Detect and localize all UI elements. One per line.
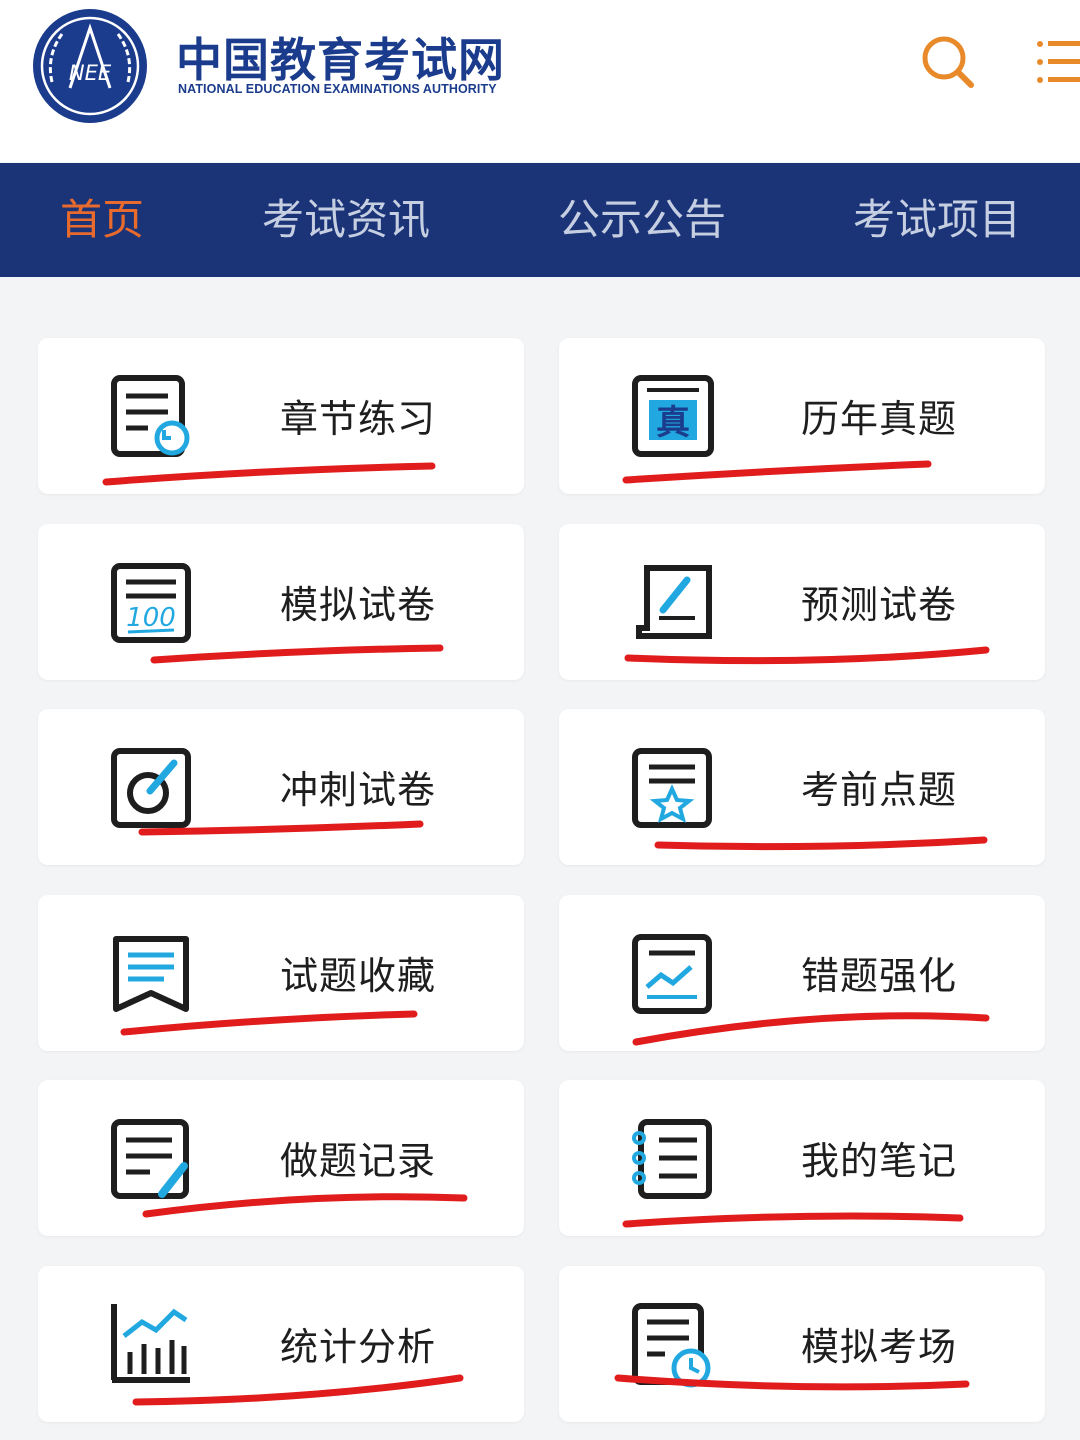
sprint-paper-icon	[111, 748, 191, 828]
site-header: NEE 中国教育考试网 NATIONAL EDUCATION EXAMINATI…	[0, 0, 1080, 162]
nee-logo[interactable]: NEE	[30, 8, 150, 124]
main-nav: 首页 考试资讯 公示公告 考试项目	[0, 163, 1080, 277]
card-practice-record[interactable]: 做题记录	[38, 1080, 524, 1236]
chapter-practice-icon	[111, 375, 190, 457]
card-mock-paper[interactable]: 100 模拟试卷	[38, 524, 524, 680]
card-past-papers[interactable]: 真 历年真题	[559, 338, 1045, 494]
icon-text: 真	[656, 403, 690, 443]
notebook-icon	[632, 1119, 712, 1199]
card-notebook[interactable]: 我的笔记	[559, 1080, 1045, 1236]
card-sprint-paper[interactable]: 冲刺试卷	[38, 709, 524, 865]
card-key-topics[interactable]: 考前点题	[559, 709, 1045, 865]
card-statistics[interactable]: 统计分析	[38, 1266, 524, 1422]
bookmark-icon	[113, 936, 189, 1012]
mistake-review-icon	[632, 934, 712, 1014]
logo-text: NEE	[69, 61, 112, 85]
card-label: 统计分析	[280, 1325, 437, 1369]
icon-text: 100	[126, 603, 176, 633]
card-label: 冲刺试卷	[280, 768, 437, 812]
nav-exam-projects[interactable]: 考试项目	[853, 163, 1021, 277]
nav-home[interactable]: 首页	[60, 163, 144, 277]
card-label: 做题记录	[280, 1139, 437, 1183]
nav-exam-news[interactable]: 考试资讯	[262, 163, 430, 277]
card-label: 我的笔记	[801, 1139, 958, 1183]
prediction-paper-icon	[636, 565, 712, 639]
nav-announcements[interactable]: 公示公告	[558, 163, 726, 277]
card-mistake-review[interactable]: 错题强化	[559, 895, 1045, 1051]
card-label: 章节练习	[280, 397, 437, 441]
key-topics-icon	[632, 748, 712, 828]
past-papers-icon: 真	[632, 375, 714, 457]
mock-exam-icon	[632, 1303, 711, 1388]
statistics-icon	[111, 1304, 190, 1383]
card-label: 历年真题	[801, 397, 958, 441]
card-label: 预测试卷	[801, 583, 958, 627]
card-label: 错题强化	[801, 954, 958, 998]
card-label: 模拟考场	[801, 1325, 958, 1369]
menu-icon[interactable]	[1030, 38, 1080, 86]
card-label: 试题收藏	[280, 954, 437, 998]
practice-record-icon	[111, 1119, 189, 1199]
mock-paper-icon: 100	[111, 563, 191, 643]
search-icon[interactable]	[918, 32, 978, 92]
card-label: 模拟试卷	[280, 583, 437, 627]
site-title[interactable]: 中国教育考试网	[176, 24, 505, 90]
card-chapter-practice[interactable]: 章节练习	[38, 338, 524, 494]
card-bookmark[interactable]: 试题收藏	[38, 895, 524, 1051]
card-prediction-paper[interactable]: 预测试卷	[559, 524, 1045, 680]
card-mock-exam[interactable]: 模拟考场	[559, 1266, 1045, 1422]
card-label: 考前点题	[801, 768, 958, 812]
site-subtitle: NATIONAL EDUCATION EXAMINATIONS AUTHORIT…	[178, 82, 497, 96]
